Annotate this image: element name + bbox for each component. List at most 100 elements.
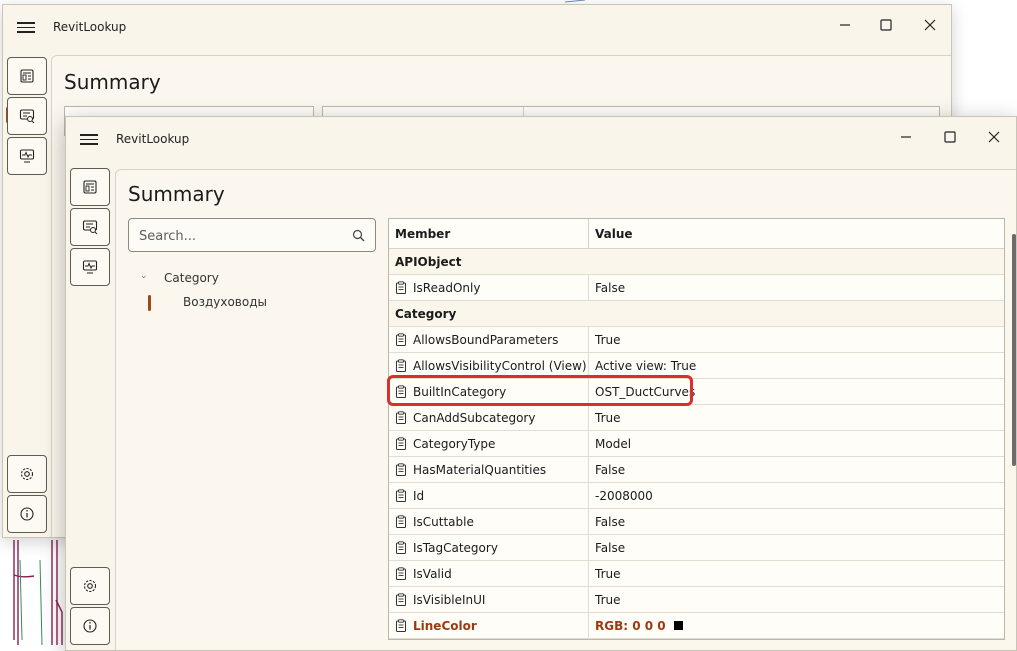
property-icon [396,437,406,450]
property-icon [396,619,406,632]
table-row[interactable]: IsReadOnly False [389,275,1004,301]
properties-grid: Member Value APIObject IsReadOnly False Cat… [388,218,1005,640]
monitor-icon [19,149,35,163]
back-page-title: Summary [64,70,161,94]
member-cell: Id [389,483,589,508]
back-nav-events-button[interactable] [7,137,47,175]
member-cell: IsTagCategory [389,535,589,560]
member-cell: IsValid [389,561,589,586]
member-cell: LineColor [389,613,589,638]
dashboard-icon [20,69,34,83]
info-icon [83,619,97,633]
tree-node-label: Воздуховоды [183,295,267,309]
table-row[interactable]: AllowsBoundParameters True [389,327,1004,353]
member-name: Id [413,488,425,503]
back-nav-about-button[interactable] [7,495,47,533]
tree-node-selected[interactable]: Воздуховоды [128,290,378,314]
table-row[interactable]: LineColor RGB: 0 0 0 [389,613,1004,639]
member-value: False [595,280,626,295]
value-cell: False [589,535,1004,560]
info-icon [20,507,34,521]
tree-node-category[interactable]: ⌄ Category [128,266,378,290]
back-titlebar[interactable]: RevitLookup [3,5,951,49]
table-row[interactable]: AllowsVisibilityControl (View) Active vie… [389,353,1004,379]
table-row[interactable]: IsVisibleInUI True [389,587,1004,613]
member-name: BuiltInCategory [413,384,507,399]
nav-snoop-button[interactable] [70,208,110,246]
scrollbar-thumb[interactable] [1012,234,1016,466]
tree-node-label: Category [164,271,219,285]
grid-body: APIObject IsReadOnly False Category AllowsBo… [389,249,1004,639]
member-name: AllowsVisibilityControl (View) [413,358,587,373]
column-header-value[interactable]: Value [589,219,1004,248]
table-row[interactable]: BuiltInCategory OST_DuctCurves [389,379,1004,405]
front-menu-icon[interactable] [78,131,100,147]
back-maximize-icon[interactable] [866,11,906,39]
value-cell: True [589,327,1004,352]
back-nav-settings-button[interactable] [7,455,47,493]
back-minimize-icon[interactable] [825,11,865,39]
table-row[interactable]: IsTagCategory False [389,535,1004,561]
member-name: IsCuttable [413,514,474,529]
value-cell: True [589,587,1004,612]
gear-icon [20,467,34,481]
object-tree: ⌄ Category Воздуховоды [128,266,378,314]
front-window[interactable]: RevitLookup Summary Search... ⌄ Category… [65,116,1017,651]
nav-events-button[interactable] [70,248,110,286]
back-nav-snoop-button[interactable] [7,97,47,135]
member-value: True [595,332,621,347]
member-cell: AllowsBoundParameters [389,327,589,352]
member-value: OST_DuctCurves [595,384,696,399]
property-icon [396,385,406,398]
table-row[interactable]: Id -2008000 [389,483,1004,509]
member-name: IsValid [413,566,452,581]
nav-about-button[interactable] [70,607,110,645]
grid-scrollbar[interactable] [1009,218,1016,640]
maximize-icon[interactable] [930,123,970,151]
table-row[interactable]: HasMaterialQuantities False [389,457,1004,483]
column-header-member[interactable]: Member [389,219,589,248]
search-input[interactable]: Search... [128,218,376,252]
property-icon [396,359,406,372]
member-value: False [595,514,626,529]
back-window-title: RevitLookup [53,20,127,34]
value-cell: RGB: 0 0 0 [589,613,1004,638]
property-icon [396,489,406,502]
property-icon [396,541,406,554]
front-titlebar[interactable]: RevitLookup [66,117,1016,161]
content-pane: Summary Search... ⌄ Category Воздуховоды… [115,169,1016,650]
minimize-icon[interactable] [886,123,926,151]
snoop-icon [19,109,35,124]
member-name: AllowsBoundParameters [413,332,559,347]
nav-settings-button[interactable] [70,567,110,605]
property-icon [396,281,406,294]
back-close-icon[interactable] [910,11,950,39]
back-nav-dashboard-button[interactable] [7,57,47,95]
search-icon[interactable] [352,229,365,242]
member-cell: AllowsVisibilityControl (View) [389,353,589,378]
table-row[interactable]: IsCuttable False [389,509,1004,535]
dashboard-icon [83,180,97,194]
value-cell: False [589,275,1004,300]
member-name: CanAddSubcategory [413,410,536,425]
table-row[interactable]: CategoryType Model [389,431,1004,457]
member-cell: BuiltInCategory [389,379,589,404]
nav-dashboard-button[interactable] [70,168,110,206]
snoop-icon [82,220,98,235]
gear-icon [83,579,97,593]
chevron-down-icon[interactable]: ⌄ [140,271,148,281]
value-cell: Active view: True [589,353,1004,378]
member-cell: CategoryType [389,431,589,456]
table-row[interactable]: IsValid True [389,561,1004,587]
value-cell: OST_DuctCurves [589,379,1004,404]
value-cell: Model [589,431,1004,456]
member-value: -2008000 [595,488,653,503]
value-cell: False [589,457,1004,482]
back-menu-icon[interactable] [15,19,37,35]
member-cell: IsReadOnly [389,275,589,300]
member-value: Model [595,436,632,451]
member-value: True [595,592,621,607]
table-row[interactable]: CanAddSubcategory True [389,405,1004,431]
close-icon[interactable] [974,123,1014,151]
member-name: CategoryType [413,436,496,451]
